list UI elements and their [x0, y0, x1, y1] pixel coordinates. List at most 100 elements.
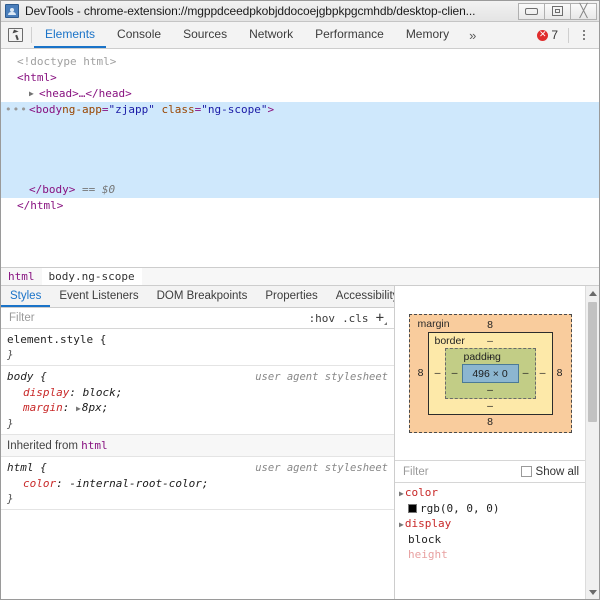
- computed-scrollbar[interactable]: [585, 286, 599, 599]
- dom-html-open-text: <html>: [17, 70, 57, 86]
- styles-rules-list[interactable]: element.style { } body { user agent styl…: [1, 329, 394, 599]
- devtools-toolbar: Elements Console Sources Network Perform…: [1, 22, 599, 49]
- declaration-value[interactable]: block;: [83, 386, 123, 399]
- style-rule-html[interactable]: html { user agent stylesheet color: -int…: [1, 457, 394, 510]
- scroll-up-icon[interactable]: [586, 286, 599, 300]
- tab-memory[interactable]: Memory: [395, 22, 460, 48]
- computed-value-color[interactable]: rgb(0, 0, 0): [395, 501, 585, 516]
- tab-elements[interactable]: Elements: [34, 22, 106, 48]
- box-model-padding[interactable]: padding – – 496 × 0 – –: [445, 348, 536, 399]
- computed-value-display[interactable]: block: [395, 532, 585, 547]
- rule-selector[interactable]: body {: [7, 369, 47, 384]
- declaration-display[interactable]: display: block;: [7, 385, 388, 400]
- rule-selector[interactable]: element.style {: [7, 332, 106, 347]
- error-badge[interactable]: ✕ 7: [531, 28, 564, 42]
- box-model-diagram[interactable]: 8 margin 8 border – –: [395, 286, 599, 461]
- toggle-hov[interactable]: :hov: [309, 312, 336, 325]
- inherited-from-element[interactable]: html: [81, 439, 108, 452]
- computed-properties-list[interactable]: ▶color rgb(0, 0, 0) ▶display block heigh…: [395, 483, 599, 599]
- scrollbar-track[interactable]: [586, 300, 599, 585]
- devtools-window: DevTools - chrome-extension://mgppdceedp…: [0, 0, 600, 600]
- tab-network[interactable]: Network: [238, 22, 304, 48]
- declaration-margin[interactable]: margin: ▶8px;: [7, 400, 388, 416]
- declaration-color[interactable]: color: -internal-root-color;: [7, 476, 388, 491]
- close-button[interactable]: ╳: [570, 3, 597, 20]
- rule-origin[interactable]: user agent stylesheet: [247, 461, 388, 476]
- dom-body-attr2-name: class: [161, 102, 194, 118]
- inspect-element-button[interactable]: [1, 22, 29, 48]
- declaration-property[interactable]: margin: [23, 401, 63, 414]
- margin-right-value[interactable]: 8: [553, 367, 567, 379]
- chevron-right-icon[interactable]: ▶: [29, 86, 37, 102]
- more-tabs-icon[interactable]: »: [460, 22, 485, 48]
- chevron-right-icon[interactable]: ▶: [399, 517, 404, 532]
- chevron-right-icon[interactable]: ▶: [76, 401, 81, 416]
- dom-line-body-open[interactable]: ••• <body ng-app="zjapp" class="ng-scope…: [1, 102, 599, 118]
- border-left-value[interactable]: –: [431, 367, 445, 379]
- declaration-property[interactable]: color: [23, 477, 56, 490]
- tab-styles[interactable]: Styles: [1, 286, 50, 307]
- rule-selector[interactable]: html {: [7, 460, 47, 475]
- maximize-button[interactable]: [544, 3, 571, 20]
- computed-filter-input[interactable]: Filter: [395, 466, 521, 478]
- minimize-button[interactable]: [518, 3, 545, 20]
- dom-line-html-close[interactable]: </html>: [1, 198, 599, 214]
- show-all-label: Show all: [536, 466, 579, 478]
- margin-bottom-value[interactable]: 8: [414, 415, 567, 429]
- toggle-cls[interactable]: .cls: [342, 312, 369, 325]
- border-right-value[interactable]: –: [536, 367, 550, 379]
- tab-sources[interactable]: Sources: [172, 22, 238, 48]
- maximize-icon: [552, 6, 563, 16]
- computed-property-height[interactable]: height: [395, 547, 585, 562]
- style-rule-element-style[interactable]: element.style { }: [1, 329, 394, 366]
- show-all-toggle[interactable]: Show all: [521, 466, 585, 478]
- title-bar: DevTools - chrome-extension://mgppdceedp…: [1, 1, 599, 22]
- dom-body-open-text: <body: [29, 102, 62, 118]
- computed-filter-bar: Filter Show all: [395, 461, 599, 483]
- chevron-right-icon[interactable]: ▶: [399, 486, 404, 501]
- breadcrumb-item-body[interactable]: body.ng-scope: [42, 268, 142, 285]
- border-top-row: border –: [431, 334, 550, 348]
- declaration-value[interactable]: -internal-root-color;: [69, 477, 208, 490]
- box-model-content-size[interactable]: 496 × 0: [462, 364, 519, 383]
- rule-origin[interactable]: user agent stylesheet: [247, 370, 388, 385]
- panel-tabs: Elements Console Sources Network Perform…: [34, 22, 531, 48]
- border-bottom-value[interactable]: –: [431, 399, 550, 413]
- box-model-margin[interactable]: 8 margin 8 border – –: [409, 314, 572, 433]
- box-model-border[interactable]: border – – padding –: [428, 332, 553, 415]
- dom-line-doctype[interactable]: <!doctype html>: [1, 54, 599, 70]
- styles-filter-tools: :hov .cls +: [309, 311, 394, 325]
- tab-console[interactable]: Console: [106, 22, 172, 48]
- show-all-checkbox[interactable]: [521, 466, 532, 477]
- scrollbar-thumb[interactable]: [588, 302, 597, 422]
- tab-event-listeners[interactable]: Event Listeners: [50, 286, 147, 307]
- padding-bottom-value[interactable]: –: [448, 383, 533, 397]
- color-swatch[interactable]: [408, 504, 417, 513]
- dom-line-html-open[interactable]: <html>: [1, 70, 599, 86]
- declaration-property[interactable]: display: [23, 386, 69, 399]
- breadcrumb-item-html[interactable]: html: [1, 268, 42, 285]
- padding-left-value[interactable]: –: [448, 367, 462, 379]
- dom-line-body-close[interactable]: </body> == $0: [1, 182, 599, 198]
- margin-left-value[interactable]: 8: [414, 367, 428, 379]
- scroll-down-icon[interactable]: [586, 585, 599, 599]
- collapse-dots-icon[interactable]: •••: [5, 102, 28, 118]
- kebab-menu-icon[interactable]: [573, 30, 595, 40]
- border-top-value[interactable]: –: [487, 335, 493, 347]
- styles-filter-input[interactable]: Filter: [1, 312, 309, 324]
- style-rule-body[interactable]: body { user agent stylesheet display: bl…: [1, 366, 394, 435]
- box-model-middle-row: 8 border – – padding: [414, 332, 567, 415]
- dom-line-head[interactable]: ▶ <head>…</head>: [1, 86, 599, 102]
- declaration-value[interactable]: 8px;: [82, 401, 109, 414]
- computed-property-display[interactable]: ▶display: [395, 516, 585, 532]
- padding-right-value[interactable]: –: [519, 367, 533, 379]
- dom-body-spacer-3: [1, 150, 599, 166]
- computed-value-text: block: [408, 532, 441, 547]
- dom-tree-panel[interactable]: <!doctype html> <html> ▶ <head>…</head> …: [1, 49, 599, 267]
- add-rule-button[interactable]: +: [376, 311, 387, 325]
- tab-dom-breakpoints[interactable]: DOM Breakpoints: [148, 286, 257, 307]
- computed-property-color[interactable]: ▶color: [395, 485, 585, 501]
- tab-performance[interactable]: Performance: [304, 22, 395, 48]
- tab-properties[interactable]: Properties: [256, 286, 326, 307]
- dom-doctype-text: <!doctype html>: [17, 54, 116, 70]
